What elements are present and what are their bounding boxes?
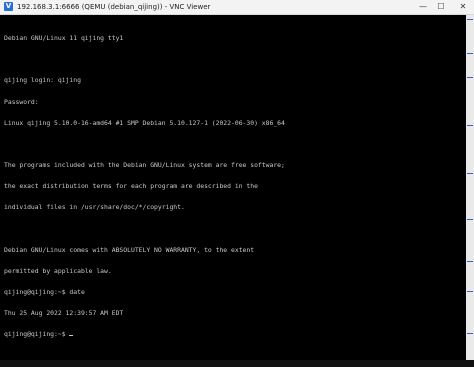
terminal-line: individual files in /usr/share/doc/*/cop… [4, 203, 185, 212]
edge-mark [467, 291, 473, 292]
window-title: 192.168.3.1:6666 (QEMU (debian_qijing)) … [17, 3, 211, 11]
terminal-line: Debian GNU/Linux 11 qijing tty1 [4, 34, 124, 43]
edge-mark [467, 333, 473, 334]
terminal-line: The programs included with the Debian GN… [4, 160, 285, 169]
vnc-viewer-icon: V [4, 2, 13, 11]
terminal-line: the exact distribution terms for each pr… [4, 182, 258, 191]
terminal-line: Thu 25 Aug 2022 12:39:57 AM EDT [4, 308, 124, 317]
edge-mark [467, 173, 473, 174]
terminal-line: permitted by applicable law. [4, 266, 112, 275]
background-window-edge [466, 15, 474, 361]
edge-mark [467, 53, 473, 54]
terminal-line: Password: [4, 97, 39, 106]
edge-mark [467, 125, 473, 126]
close-button[interactable]: ✕ [456, 0, 470, 14]
background-window-bottom [0, 360, 474, 367]
terminal-line: qijing@qijing:~$ date [4, 287, 85, 296]
terminal-line: qijing login: qijing [4, 76, 81, 85]
terminal-prompt-line: qijing@qijing:~$ [4, 331, 450, 338]
terminal-line: Linux qijing 5.10.0-16-amd64 #1 SMP Debi… [4, 118, 285, 127]
edge-mark [467, 261, 473, 262]
minimize-button[interactable]: — [416, 0, 430, 14]
window-titlebar[interactable]: V 192.168.3.1:6666 (QEMU (debian_qijing)… [0, 0, 474, 15]
console-terminal[interactable]: Debian GNU/Linux 11 qijing tty1 qijing l… [4, 21, 450, 352]
terminal-prompt: qijing@qijing:~$ [4, 330, 70, 339]
vnc-remote-screen[interactable]: Debian GNU/Linux 11 qijing tty1 qijing l… [0, 15, 474, 367]
terminal-line: Debian GNU/Linux comes with ABSOLUTELY N… [4, 245, 255, 254]
terminal-cursor [69, 335, 74, 337]
edge-mark [467, 219, 473, 220]
edge-mark [467, 19, 473, 20]
maximize-button[interactable]: ☐ [434, 0, 448, 14]
edge-mark [467, 77, 473, 78]
